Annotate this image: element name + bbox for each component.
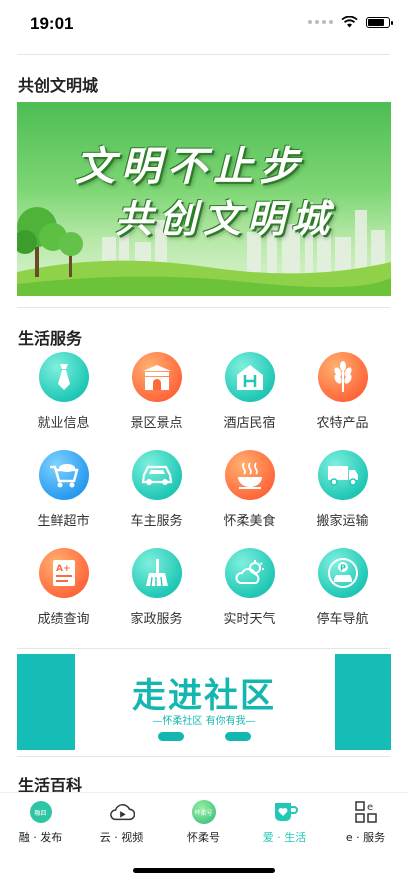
service-label: 停车导航 [316, 612, 369, 627]
cart-icon [38, 450, 89, 500]
tab-label: 云 · 视频 [99, 831, 144, 844]
battery-icon [366, 16, 393, 28]
banner-indicator [225, 732, 251, 741]
release-icon: 融四 [28, 799, 54, 825]
banner-slogan-line2: 共创文明城 [115, 196, 336, 241]
svg-text:A+: A+ [56, 564, 71, 574]
divider [17, 756, 390, 757]
tab-bar: 融四 融 · 发布 云 · 视频 怀柔号 怀柔号 爱 · 生活 e e · 服务 [0, 792, 408, 849]
grid-icon: e [353, 799, 379, 825]
car-icon [131, 450, 182, 500]
service-parking[interactable]: P 停车导航 [296, 548, 389, 627]
banner-slogan-line1: 文明不止步 [75, 143, 305, 190]
divider [17, 54, 390, 55]
service-car-owner[interactable]: 车主服务 [110, 450, 203, 529]
hotel-icon [224, 352, 275, 402]
tab-label: 融 · 发布 [18, 831, 63, 844]
service-label: 酒店民宿 [223, 416, 276, 431]
service-label: 农特产品 [316, 416, 369, 431]
service-local-food[interactable]: 怀柔美食 [203, 450, 296, 529]
service-label: 搬家运输 [316, 514, 369, 529]
tab-label: 怀柔号 [187, 831, 220, 844]
service-label: 生鲜超市 [37, 514, 90, 529]
service-job-info[interactable]: 就业信息 [17, 352, 110, 431]
home-indicator [133, 868, 275, 873]
tab-release[interactable]: 融四 融 · 发布 [0, 799, 81, 845]
community-banner-title: 走进社区 [132, 676, 276, 716]
service-label: 就业信息 [37, 416, 90, 431]
tab-life[interactable]: 爱 · 生活 [244, 799, 325, 845]
banner-indicator [158, 732, 184, 741]
section-title-life-services: 生活服务 [18, 329, 83, 348]
tab-label: e · 服务 [345, 831, 386, 844]
service-label: 家政服务 [130, 612, 183, 627]
civilization-banner[interactable]: 文明不止步 共创文明城 [17, 102, 391, 296]
section-title-civilization: 共创文明城 [18, 76, 99, 95]
service-fresh-market[interactable]: 生鲜超市 [17, 450, 110, 529]
community-banner[interactable]: 走进社区 —怀柔社区 有你有我— [17, 654, 391, 750]
broom-icon [131, 548, 182, 598]
service-grade-query[interactable]: A+ 成绩查询 [17, 548, 110, 627]
truck-icon [317, 450, 368, 500]
service-weather[interactable]: 实时天气 [203, 548, 296, 627]
tab-video[interactable]: 云 · 视频 [81, 799, 162, 845]
weather-icon [224, 548, 275, 598]
svg-text:P: P [340, 564, 346, 573]
release-badge: 融四 [29, 801, 52, 823]
service-label: 怀柔美食 [223, 514, 276, 529]
community-banner-subtitle: —怀柔社区 有你有我— [152, 716, 256, 727]
service-label: 成绩查询 [37, 612, 90, 627]
tab-label: 爱 · 生活 [262, 831, 307, 844]
service-housekeeping[interactable]: 家政服务 [110, 548, 203, 627]
wifi-icon [341, 16, 358, 28]
tab-e-service[interactable]: e e · 服务 [325, 799, 406, 845]
grade-icon: A+ [38, 548, 89, 598]
service-farm-products[interactable]: 农特产品 [296, 352, 389, 431]
tab-huairou-account[interactable]: 怀柔号 怀柔号 [163, 799, 244, 845]
service-label: 实时天气 [223, 612, 276, 627]
service-scenic-spots[interactable]: 景区景点 [110, 352, 203, 431]
tie-icon [38, 352, 89, 402]
huairou-account-icon: 怀柔号 [191, 799, 217, 825]
service-moving[interactable]: 搬家运输 [296, 450, 389, 529]
gate-icon [131, 352, 182, 402]
status-icons [308, 16, 393, 28]
service-label: 景区景点 [130, 416, 183, 431]
status-bar: 19:01 [0, 0, 408, 46]
divider [17, 648, 390, 649]
signal-icon [308, 20, 333, 24]
cloud-play-icon [109, 799, 135, 825]
heart-cup-icon [272, 799, 298, 825]
service-hotels[interactable]: 酒店民宿 [203, 352, 296, 431]
status-time: 19:01 [30, 14, 74, 33]
huairou-badge: 怀柔号 [191, 800, 216, 824]
parking-icon: P [317, 548, 368, 598]
service-label: 车主服务 [130, 514, 183, 529]
wheat-icon [317, 352, 368, 402]
bowl-icon [224, 450, 275, 500]
svg-text:e: e [367, 802, 373, 813]
divider [17, 307, 390, 308]
